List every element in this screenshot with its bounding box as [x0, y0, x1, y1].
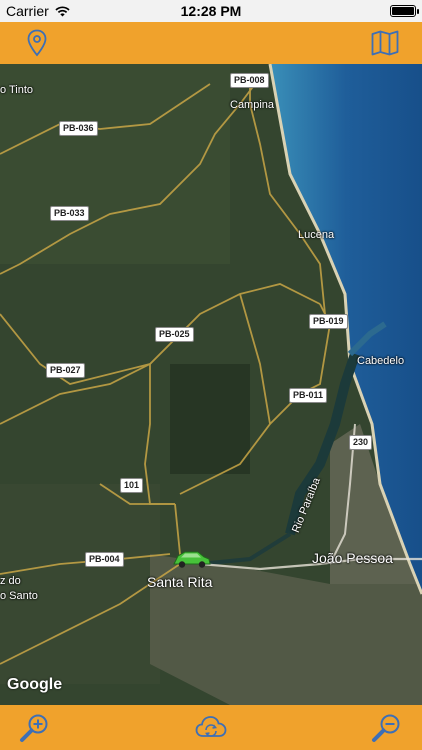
road-label-pb-004: PB-004 — [85, 552, 124, 567]
zoom-out-icon — [372, 714, 400, 742]
bottom-toolbar — [0, 705, 422, 750]
road-label-pb-011: PB-011 — [289, 388, 328, 403]
place-label-cabedelo: Cabedelo — [357, 355, 405, 367]
cloud-sync-icon — [195, 715, 227, 737]
place-label-joao-pessoa: João Pessoa — [312, 550, 393, 566]
place-label-santa-rita: Santa Rita — [147, 574, 213, 590]
place-label-campina: Campina — [230, 99, 275, 111]
google-attribution: Google — [7, 676, 63, 693]
road-label-230: 230 — [349, 435, 373, 450]
car-marker-icon[interactable] — [172, 548, 212, 570]
satellite-map[interactable]: PB-008 PB-036 PB-033 PB-025 PB-019 PB-02… — [0, 64, 422, 705]
road-label-pb-025: PB-025 — [155, 327, 194, 342]
zoom-out-button[interactable] — [370, 711, 404, 745]
road-label-pb-008: PB-008 — [230, 73, 269, 88]
place-label-cruz-do: z do — [0, 575, 21, 587]
top-toolbar — [0, 22, 422, 64]
folded-map-icon — [371, 30, 399, 56]
location-pin-icon — [27, 29, 47, 57]
place-label-lucena: Lucena — [298, 229, 335, 241]
place-label-rio-tinto: o Tinto — [0, 84, 34, 96]
road-label-pb-027: PB-027 — [46, 363, 85, 378]
location-pin-button[interactable] — [20, 26, 54, 60]
place-label-espirito-santo: o Santo — [0, 590, 38, 602]
road-label-pb-036: PB-036 — [59, 121, 98, 136]
status-bar: Carrier 12:28 PM — [0, 0, 422, 22]
map-type-button[interactable] — [368, 26, 402, 60]
zoom-in-icon — [20, 714, 48, 742]
status-time: 12:28 PM — [180, 3, 242, 19]
zoom-in-button[interactable] — [18, 711, 52, 745]
road-label-pb-033: PB-033 — [50, 206, 89, 221]
sync-button[interactable] — [194, 711, 228, 745]
car-icon — [173, 551, 211, 568]
road-label-pb-019: PB-019 — [309, 314, 348, 329]
map-imagery — [0, 64, 422, 705]
road-label-101: 101 — [120, 478, 144, 493]
battery-icon — [390, 5, 419, 17]
